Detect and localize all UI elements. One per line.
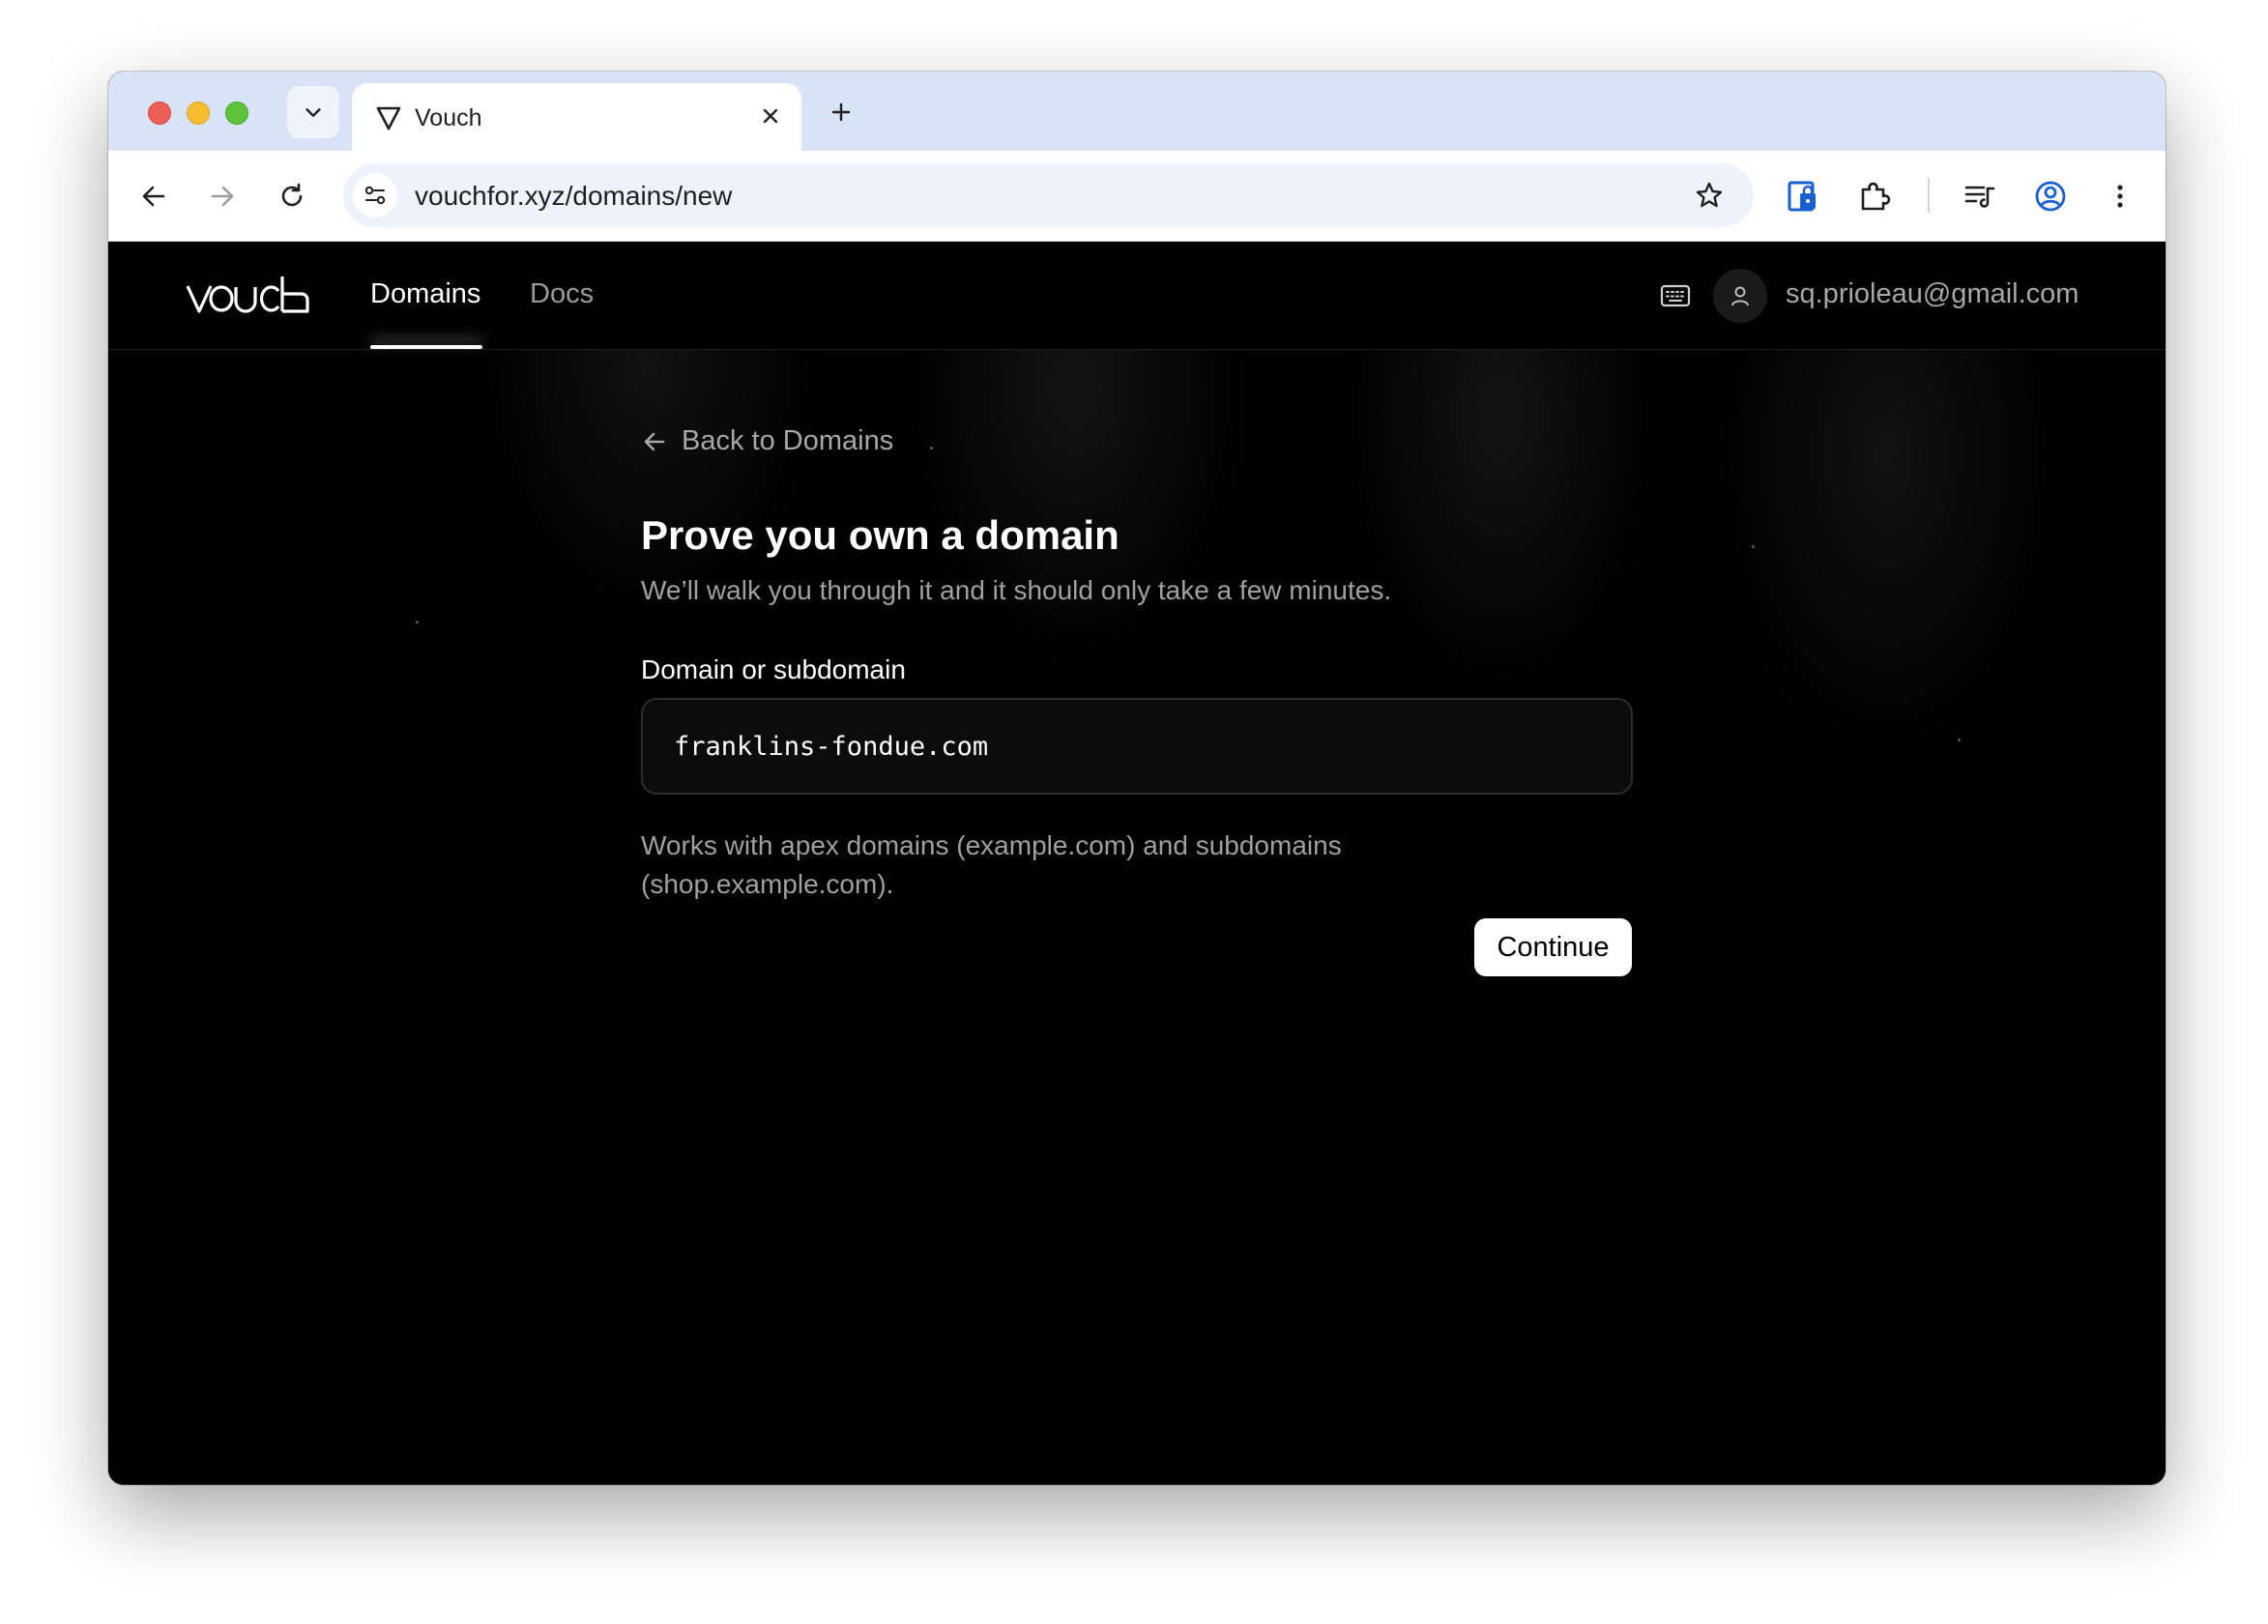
chevron-down-icon	[305, 108, 321, 117]
avatar[interactable]	[1713, 269, 1767, 323]
star-dot	[930, 447, 933, 450]
continue-button[interactable]: Continue	[1474, 918, 1632, 976]
maximize-window-button[interactable]	[225, 102, 248, 125]
nav-docs[interactable]: Docs	[530, 278, 594, 310]
toolbar-divider	[1928, 178, 1930, 213]
close-window-button[interactable]	[148, 102, 171, 125]
queue-music-icon	[1964, 186, 1995, 208]
back-to-domains-link[interactable]: Back to Domains	[641, 425, 893, 457]
star-icon	[1696, 182, 1723, 208]
star-dot	[1958, 739, 1961, 741]
back-button[interactable]	[133, 176, 174, 217]
tune-icon	[364, 186, 386, 205]
keyboard-shortcuts-button[interactable]	[1659, 281, 1692, 310]
reload-button[interactable]	[272, 176, 312, 217]
domain-input[interactable]	[641, 698, 1633, 795]
browser-menu-button[interactable]	[2100, 176, 2140, 217]
tab-close-button[interactable]	[757, 102, 784, 130]
browser-toolbar: vouchfor.xyz/domains/new	[108, 151, 2166, 242]
address-bar[interactable]: vouchfor.xyz/domains/new	[343, 163, 1754, 227]
plus-icon	[831, 102, 851, 122]
profile-button[interactable]	[2030, 176, 2071, 217]
triangle-icon	[376, 106, 401, 130]
site-info-button[interactable]	[353, 173, 397, 218]
more-vert-icon	[2117, 185, 2123, 208]
page-title: Prove you own a domain	[641, 512, 1119, 558]
forward-button[interactable]	[202, 176, 243, 217]
tab-search-button[interactable]	[287, 86, 339, 138]
active-nav-indicator	[370, 345, 482, 349]
extension-password-button[interactable]	[1783, 176, 1823, 217]
arrow-right-icon	[211, 186, 234, 207]
puzzle-icon	[1861, 182, 1891, 211]
vouch-logo[interactable]	[186, 275, 311, 317]
nav-domains[interactable]: Domains	[370, 278, 480, 310]
user-email[interactable]: sq.prioleau@gmail.com	[1786, 278, 2079, 310]
tab-title: Vouch	[415, 104, 482, 131]
back-link-label: Back to Domains	[682, 425, 894, 456]
minimize-window-button[interactable]	[187, 102, 210, 125]
browser-window: Vouch vouchfor.xyz/domains/new Domains D…	[108, 72, 2166, 1485]
domain-helper-text: Works with apex domains (example.com) an…	[641, 830, 1342, 899]
url-text[interactable]: vouchfor.xyz/domains/new	[415, 181, 732, 212]
arrow-left-icon	[142, 186, 165, 207]
star-dot	[416, 621, 419, 624]
browser-tab[interactable]: Vouch	[352, 83, 801, 151]
domain-field-label: Domain or subdomain	[641, 654, 906, 684]
keyboard-icon	[1660, 284, 1691, 307]
app-header: Domains Docs sq.prioleau@gmail.com	[108, 242, 2166, 350]
extensions-button[interactable]	[1854, 176, 1895, 217]
star-dot	[1752, 545, 1755, 548]
arrow-left-icon	[644, 432, 665, 450]
bookmark-button[interactable]	[1692, 178, 1727, 213]
close-icon	[763, 108, 778, 124]
page-viewport: Domains Docs sq.prioleau@gmail.com Back …	[108, 242, 2166, 1485]
new-tab-button[interactable]	[822, 93, 860, 131]
user-icon	[1731, 286, 1749, 306]
account-circle-icon	[2035, 181, 2066, 212]
reload-icon	[281, 183, 303, 207]
tab-strip: Vouch	[108, 72, 2166, 151]
page-subtitle: We’ll walk you through it and it should …	[641, 575, 1392, 605]
password-manager-icon	[1788, 181, 1816, 212]
media-controls-button[interactable]	[1960, 176, 2000, 217]
